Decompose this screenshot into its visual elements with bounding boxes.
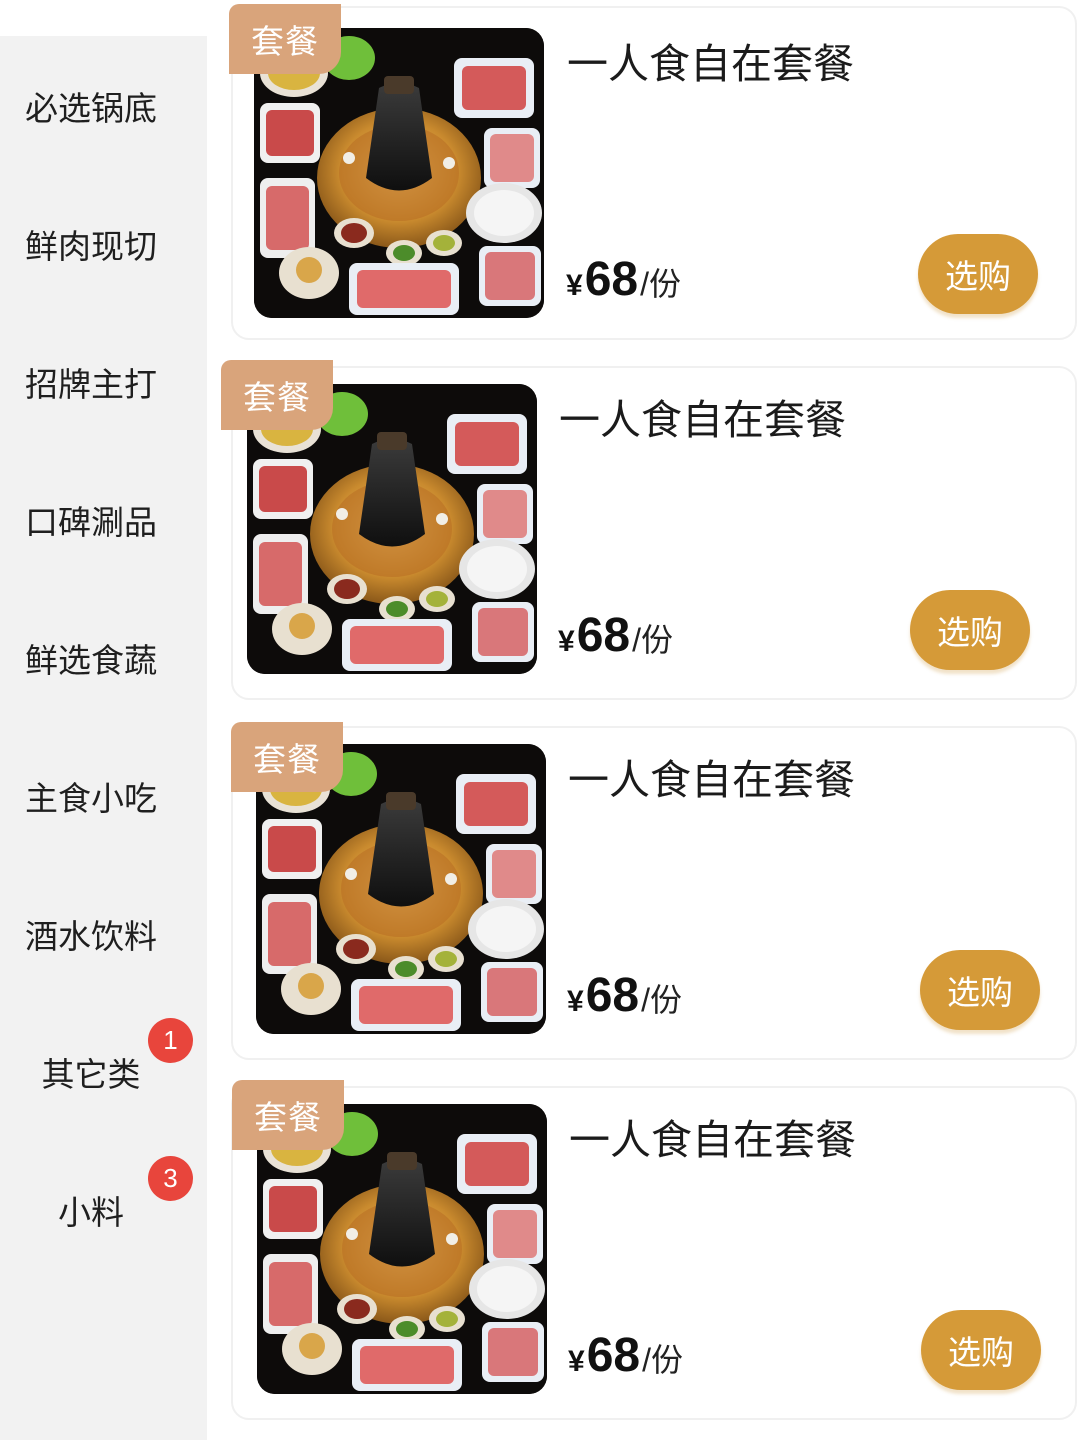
set-meal-tag: 套餐 [229, 4, 341, 74]
category-label: 必选锅底 [25, 89, 157, 128]
cart-count-badge: 3 [148, 1156, 193, 1201]
category-item-drinks[interactable]: 酒水饮料 [0, 894, 182, 974]
cart-count-badge: 1 [148, 1018, 193, 1063]
currency-symbol: ¥ [566, 269, 583, 302]
category-item-vegetables[interactable]: 鲜选食蔬 [0, 618, 182, 698]
product-title: 一人食自在套餐 [568, 756, 855, 804]
category-item-fresh-meat[interactable]: 鲜肉现切 [0, 204, 182, 284]
product-price: ¥68/份 [566, 252, 681, 307]
category-label: 鲜选食蔬 [25, 641, 157, 680]
category-label: 鲜肉现切 [25, 227, 157, 266]
product-title: 一人食自在套餐 [559, 396, 846, 444]
category-item-pot-base[interactable]: 必选锅底 [0, 66, 182, 146]
price-amount: 68 [586, 1329, 641, 1382]
set-meal-tag: 套餐 [232, 1080, 344, 1150]
product-title: 一人食自在套餐 [569, 1116, 856, 1164]
select-purchase-button[interactable]: 选购 [921, 1310, 1041, 1390]
select-purchase-button[interactable]: 选购 [918, 234, 1038, 314]
category-item-signature[interactable]: 招牌主打 [0, 342, 182, 422]
category-label: 酒水饮料 [25, 917, 157, 956]
category-label: 其它类 [41, 1055, 141, 1094]
category-sidebar: 必选锅底 鲜肉现切 招牌主打 口碑涮品 鲜选食蔬 主食小吃 酒水饮料 其它类 1… [0, 36, 207, 1440]
set-meal-tag: 套餐 [231, 722, 343, 792]
set-meal-tag: 套餐 [221, 360, 333, 430]
price-amount: 68 [584, 253, 639, 306]
category-item-popular-rinse[interactable]: 口碑涮品 [0, 480, 182, 560]
price-amount: 68 [585, 969, 640, 1022]
product-price: ¥68/份 [558, 608, 673, 663]
select-purchase-button[interactable]: 选购 [920, 950, 1040, 1030]
product-price: ¥68/份 [567, 968, 682, 1023]
currency-symbol: ¥ [567, 985, 584, 1018]
product-price: ¥68/份 [568, 1328, 683, 1383]
category-label: 招牌主打 [25, 365, 157, 404]
currency-symbol: ¥ [568, 1345, 585, 1378]
price-amount: 68 [576, 609, 631, 662]
select-purchase-button[interactable]: 选购 [910, 590, 1030, 670]
price-unit: /份 [632, 622, 673, 658]
category-label: 口碑涮品 [25, 503, 157, 542]
price-unit: /份 [640, 266, 681, 302]
currency-symbol: ¥ [558, 625, 575, 658]
category-item-staples-snacks[interactable]: 主食小吃 [0, 756, 182, 836]
category-label: 小料 [58, 1193, 124, 1232]
price-unit: /份 [641, 982, 682, 1018]
product-title: 一人食自在套餐 [567, 40, 854, 88]
price-unit: /份 [642, 1342, 683, 1378]
category-label: 主食小吃 [25, 779, 157, 818]
